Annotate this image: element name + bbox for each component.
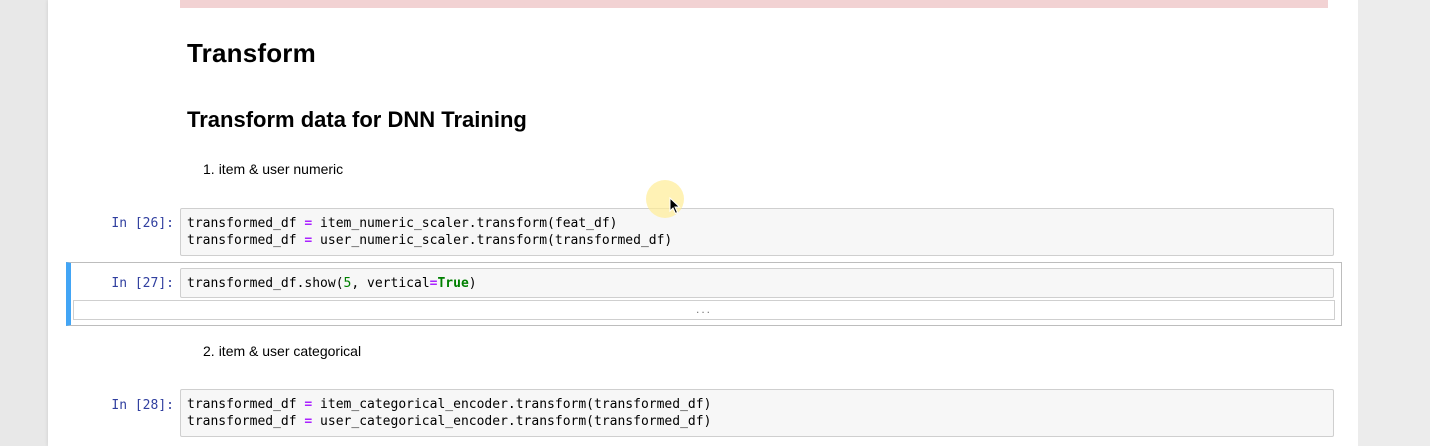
code-line: transformed_df = user_numeric_scaler.tra…	[187, 233, 673, 248]
list-item-text: item & user categorical	[218, 343, 362, 359]
list-item-number: 1.	[203, 161, 215, 177]
list-item: 2. item & user categorical	[203, 343, 361, 359]
heading-transform: Transform	[187, 38, 316, 68]
list-item-number: 2.	[203, 343, 215, 359]
code-line: transformed_df = item_categorical_encode…	[187, 397, 712, 412]
list-item: 1. item & user numeric	[203, 161, 343, 177]
code-line: transformed_df = user_categorical_encode…	[187, 414, 712, 429]
collapsed-output-toggle[interactable]: ...	[73, 300, 1335, 320]
list-item-text: item & user numeric	[218, 161, 344, 177]
code-line: transformed_df.show(5, vertical=True)	[187, 276, 477, 291]
mouse-pointer-icon	[669, 197, 681, 215]
code-line: transformed_df = item_numeric_scaler.tra…	[187, 216, 618, 231]
code-cell-28[interactable]: transformed_df = item_categorical_encode…	[180, 389, 1334, 437]
cell-prompt-28: In [28]:	[111, 398, 174, 413]
cell-prompt-27: In [27]:	[111, 276, 174, 291]
heading-transform-data: Transform data for DNN Training	[187, 107, 527, 132]
cell-prompt-26: In [26]:	[111, 216, 174, 231]
window-right-edge	[1358, 0, 1430, 446]
code-cell-27[interactable]: transformed_df.show(5, vertical=True)	[180, 268, 1334, 298]
error-output-banner	[180, 0, 1328, 8]
code-cell-26[interactable]: transformed_df = item_numeric_scaler.tra…	[180, 208, 1334, 256]
